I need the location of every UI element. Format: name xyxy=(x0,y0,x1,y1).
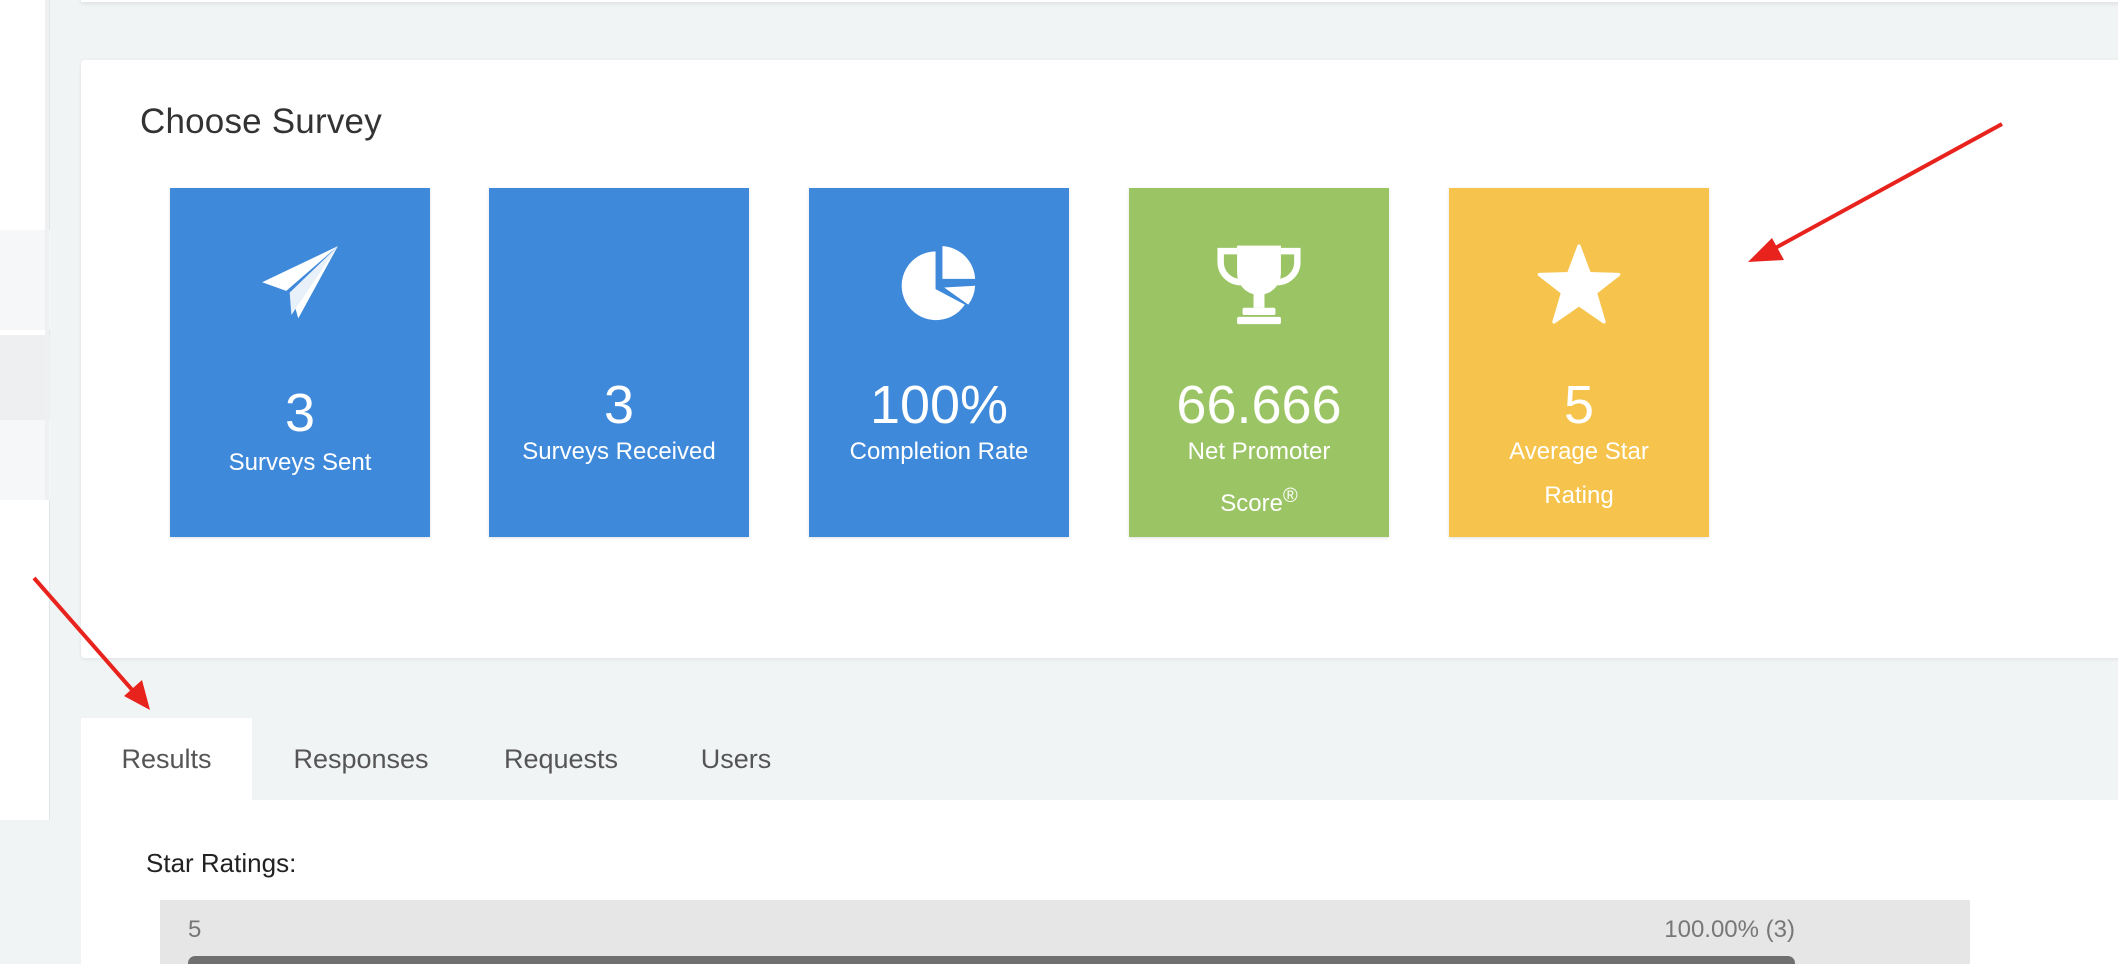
pie-chart-icon xyxy=(809,238,1069,330)
tab-responses[interactable]: Responses xyxy=(271,718,451,800)
tab-requests[interactable]: Requests xyxy=(481,718,641,800)
stat-label: Surveys Sent xyxy=(228,449,372,476)
trophy-icon xyxy=(1129,238,1389,330)
stat-label: Net Promoter Score® xyxy=(1129,430,1389,526)
sidebar-scrollbar[interactable] xyxy=(45,0,49,500)
rating-stars: 5 xyxy=(188,916,202,943)
stat-tile-completion-rate[interactable]: 100% Completion Rate xyxy=(809,188,1069,537)
stat-label-text: Net Promoter Score xyxy=(1187,438,1331,517)
stat-label: Completion Rate xyxy=(849,438,1029,465)
tab-bar: Results Responses Requests Users xyxy=(81,718,2118,800)
stat-value: 5 xyxy=(1563,375,1595,435)
tab-results[interactable]: Results xyxy=(81,718,252,800)
sidebar-item[interactable] xyxy=(0,230,50,330)
sidebar-item[interactable] xyxy=(0,420,50,500)
rating-progress-fill xyxy=(188,956,1795,964)
stat-value: 100% xyxy=(869,375,1009,435)
star-icon xyxy=(1449,238,1709,330)
panel-title: Choose Survey xyxy=(140,102,382,141)
stat-tile-average-star-rating[interactable]: 5 Average Star Rating xyxy=(1449,188,1709,537)
star-ratings-heading: Star Ratings: xyxy=(146,848,297,878)
survey-panel: Choose Survey 3 Surveys Sent 3 Surveys R… xyxy=(81,60,2118,658)
rating-percent: 100.00% (3) xyxy=(1664,916,1795,943)
stat-label: Average Star Rating xyxy=(1509,438,1649,509)
top-card xyxy=(81,0,2118,2)
stat-value: 3 xyxy=(603,375,635,435)
paper-plane-icon xyxy=(170,238,430,330)
stat-label: Surveys Received xyxy=(522,438,716,465)
registered-mark: ® xyxy=(1282,485,1298,507)
rating-row: 5 100.00% (3) xyxy=(160,900,1970,964)
sidebar-item-active[interactable] xyxy=(0,335,50,420)
stat-tile-net-promoter-score[interactable]: 66.666 Net Promoter Score® xyxy=(1129,188,1389,537)
stat-tile-surveys-sent[interactable]: 3 Surveys Sent xyxy=(170,188,430,537)
stat-tile-surveys-received[interactable]: 3 Surveys Received xyxy=(489,188,749,537)
stat-value: 3 xyxy=(284,383,316,443)
results-panel: Star Ratings: 5 100.00% (3) xyxy=(81,800,2118,964)
sidebar xyxy=(0,0,50,820)
stat-value: 66.666 xyxy=(1176,375,1342,435)
rating-progress-bar xyxy=(188,956,1795,964)
tab-users[interactable]: Users xyxy=(671,718,801,800)
